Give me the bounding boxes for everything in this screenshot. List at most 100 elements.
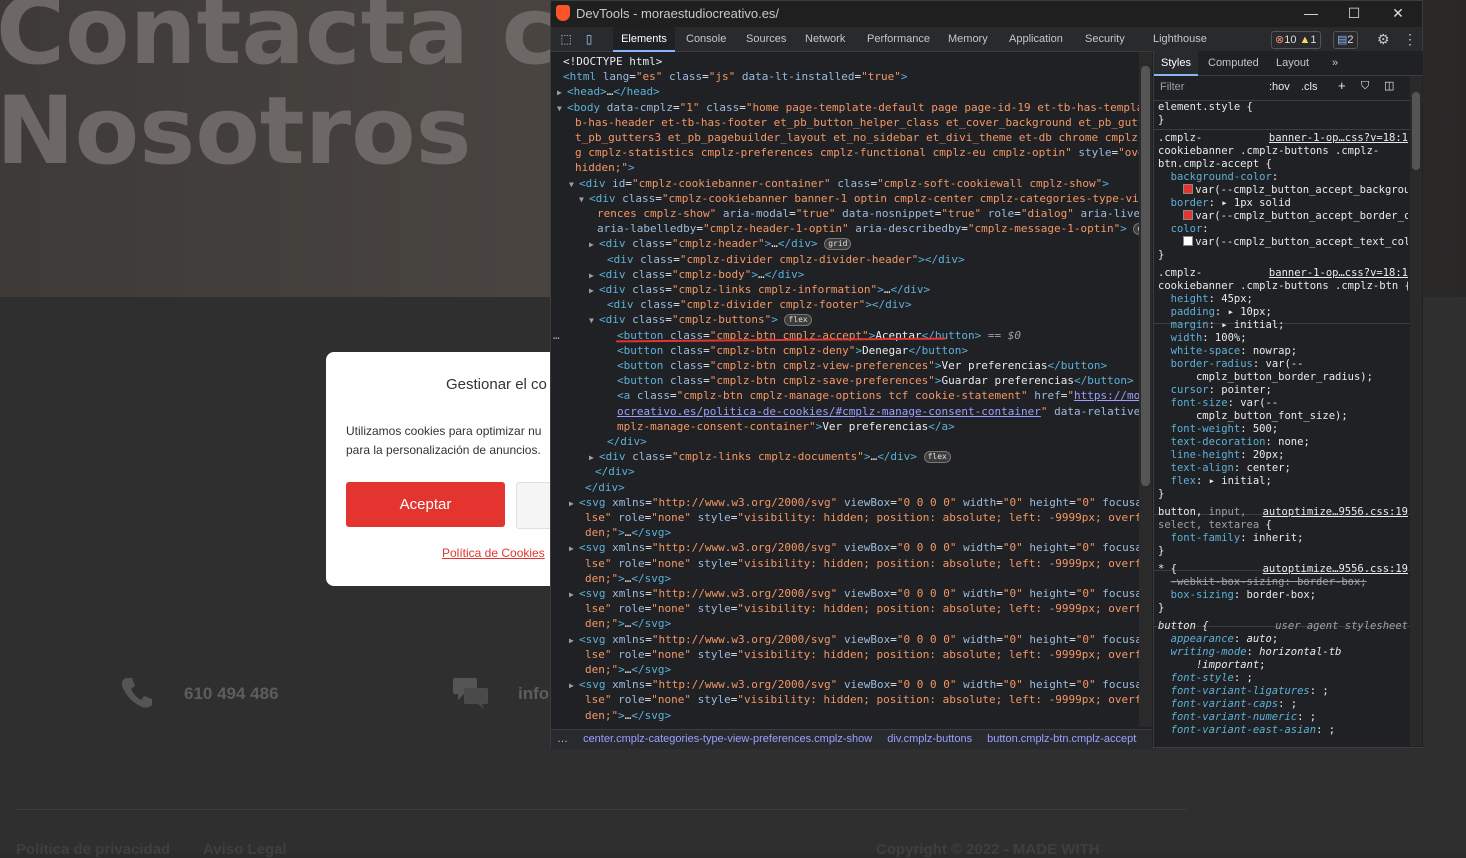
css-rule-line[interactable]: line-height: 20px; (1158, 449, 1408, 462)
cls-toggle[interactable]: .cls (1301, 81, 1318, 94)
styles-filter-input[interactable]: Filter (1160, 81, 1184, 94)
phone-number[interactable]: 610 494 486 (184, 684, 279, 704)
footer-divider (16, 809, 1186, 810)
css-rule-line[interactable]: select, textarea { (1158, 519, 1408, 532)
css-rule-line[interactable]: .cmplz-banner-1-op…css?v=18:1 (1158, 132, 1408, 145)
css-rule-line[interactable]: height: 45px; (1158, 293, 1408, 306)
cookie-title: Gestionar el co (446, 376, 547, 393)
css-rule-line[interactable]: border: ▸ 1px solid (1158, 197, 1408, 210)
maximize-icon[interactable]: ☐ (1334, 3, 1374, 23)
css-rule-line[interactable]: font-variant-ligatures: ; (1158, 685, 1408, 698)
styles-pane: Styles Computed Layout » Filter :hov .cl… (1153, 51, 1423, 747)
tab-styles[interactable]: Styles (1154, 51, 1198, 76)
css-rule-line[interactable]: cmplz_button_border_radius); (1158, 371, 1408, 384)
css-rule-line[interactable]: } (1158, 114, 1408, 127)
tab-console[interactable]: Console (686, 27, 726, 51)
css-rule-line[interactable]: background-color: (1158, 171, 1408, 184)
css-rule-line[interactable]: * {autoptimize…9556.css:19 (1158, 563, 1408, 576)
phone-icon (118, 674, 154, 710)
css-rule-line[interactable]: font-size: var(-- (1158, 397, 1408, 410)
inspect-element-icon[interactable]: ⬚ (559, 32, 573, 46)
tab-computed[interactable]: Computed (1208, 51, 1259, 75)
css-rule-line[interactable]: text-align: center; (1158, 462, 1408, 475)
settings-gear-icon[interactable]: ⚙ (1377, 31, 1390, 48)
breadcrumb-more-icon[interactable]: … (557, 733, 568, 745)
css-rule-line[interactable]: text-decoration: none; (1158, 436, 1408, 449)
elements-scrollbar-thumb[interactable] (1141, 66, 1150, 486)
css-rule-line[interactable]: flex: ▸ initial; (1158, 475, 1408, 488)
footer-privacy-link[interactable]: Política de privacidad (16, 841, 170, 858)
css-rule-line[interactable]: font-variant-caps: ; (1158, 698, 1408, 711)
tab-application[interactable]: Application (1009, 27, 1063, 51)
css-rule-line[interactable]: !important; (1158, 659, 1408, 672)
toggle-sidebar-icon[interactable]: ◫ (1384, 80, 1394, 93)
hov-toggle[interactable]: :hov (1269, 81, 1290, 94)
css-rule-line[interactable]: cookiebanner .cmplz-buttons .cmplz- (1158, 145, 1408, 158)
styles-scrollbar-thumb[interactable] (1412, 92, 1420, 170)
css-rule-line[interactable]: -webkit-box-sizing: border-box; (1158, 576, 1408, 589)
css-rule-line[interactable]: writing-mode: horizontal-tb (1158, 646, 1408, 659)
cookie-banner: Gestionar el co Utilizamos cookies para … (326, 352, 566, 586)
breadcrumb-item[interactable]: center.cmplz-categories-type-view-prefer… (583, 733, 872, 745)
css-rule-line[interactable]: appearance: auto; (1158, 633, 1408, 646)
css-rule-line[interactable]: btn.cmplz-accept { (1158, 158, 1408, 171)
breadcrumb-item[interactable]: button.cmplz-btn.cmplz-accept (987, 733, 1136, 745)
tab-layout[interactable]: Layout (1276, 51, 1309, 75)
css-rule-line[interactable]: margin: ▸ initial; (1158, 319, 1408, 332)
css-rule-line[interactable]: width: 100%; (1158, 332, 1408, 345)
cookie-policy-link[interactable]: Política de Cookies (442, 546, 545, 560)
css-rule-line[interactable]: } (1158, 488, 1408, 501)
paint-icon[interactable]: ⛉ (1361, 80, 1369, 93)
breadcrumb-item[interactable]: div.cmplz-buttons (887, 733, 972, 745)
minimize-icon[interactable]: — (1291, 3, 1331, 23)
css-rule-line[interactable]: var(--cmplz_button_accept_backgrou (1158, 184, 1408, 197)
css-rule-line[interactable]: .cmplz-banner-1-op…css?v=18:1 (1158, 267, 1408, 280)
messages-badge[interactable]: ▤2 (1333, 31, 1358, 49)
css-rule-line[interactable]: font-weight: 500; (1158, 423, 1408, 436)
css-rule-line[interactable]: element.style { (1158, 101, 1408, 114)
close-icon[interactable]: ✕ (1378, 3, 1418, 23)
elements-tree: <!DOCTYPE html> <html lang="es" class="js… (551, 52, 1139, 727)
devtools-window: DevTools - moraestudiocreativo.es/ — ☐ ✕… (550, 0, 1423, 749)
new-style-rule-icon[interactable]: + (1338, 79, 1346, 92)
css-rule-line[interactable]: } (1158, 602, 1408, 615)
chat-icon (452, 676, 490, 710)
css-rule-line[interactable]: cmplz_button_font_size); (1158, 410, 1408, 423)
tab-memory[interactable]: Memory (948, 27, 988, 51)
css-rule-line[interactable]: color: (1158, 223, 1408, 236)
tab-sources[interactable]: Sources (746, 27, 786, 51)
css-rule-line[interactable]: button, input, autoptimize…9556.css:19 (1158, 506, 1408, 519)
footer-legal-link[interactable]: Aviso Legal (203, 841, 287, 858)
css-rule-line[interactable]: border-radius: var(-- (1158, 358, 1408, 371)
tab-elements[interactable]: Elements (613, 27, 675, 52)
error-icon: ⊗ (1275, 34, 1285, 46)
footer-copyright: Copyright © 2022 - MADE WITH (876, 841, 1100, 858)
tab-lighthouse[interactable]: Lighthouse (1153, 27, 1207, 51)
css-rule-line[interactable]: cursor: pointer; (1158, 384, 1408, 397)
issues-badge[interactable]: ⊗10 ▲1 (1271, 31, 1321, 49)
tab-security[interactable]: Security (1085, 27, 1125, 51)
css-rule-line[interactable]: font-variant-numeric: ; (1158, 711, 1408, 724)
email-text[interactable]: info (518, 684, 549, 704)
device-toolbar-icon[interactable]: ▯ (582, 32, 596, 46)
tab-performance[interactable]: Performance (867, 27, 930, 51)
message-icon: ▤ (1337, 34, 1348, 46)
css-rule-line[interactable]: font-family: inherit; (1158, 532, 1408, 545)
styles-scrollbar[interactable] (1410, 76, 1422, 746)
css-rule-line[interactable]: } (1158, 249, 1408, 262)
css-rule-line[interactable]: } (1158, 545, 1408, 558)
css-rule-line[interactable]: box-sizing: border-box; (1158, 589, 1408, 602)
elements-scrollbar[interactable] (1139, 52, 1152, 727)
css-rule-line[interactable]: var(--cmplz_button_accept_border_c (1158, 210, 1408, 223)
css-rule-line[interactable]: padding: ▸ 10px; (1158, 306, 1408, 319)
more-options-icon[interactable]: ⋮ (1403, 31, 1417, 48)
css-rule-line[interactable]: font-style: ; (1158, 672, 1408, 685)
css-rule-line[interactable]: white-space: nowrap; (1158, 345, 1408, 358)
css-rule-line[interactable]: font-variant-east-asian: ; (1158, 724, 1408, 737)
css-rule-line[interactable]: var(--cmplz_button_accept_text_col (1158, 236, 1408, 249)
cookie-accept-button[interactable]: Aceptar (346, 482, 505, 527)
css-rule-line[interactable]: cookiebanner .cmplz-buttons .cmplz-btn { (1158, 280, 1408, 293)
css-rule-line[interactable]: button {user agent stylesheet (1158, 620, 1408, 633)
tab-network[interactable]: Network (805, 27, 845, 51)
more-tabs-icon[interactable]: » (1332, 51, 1338, 75)
